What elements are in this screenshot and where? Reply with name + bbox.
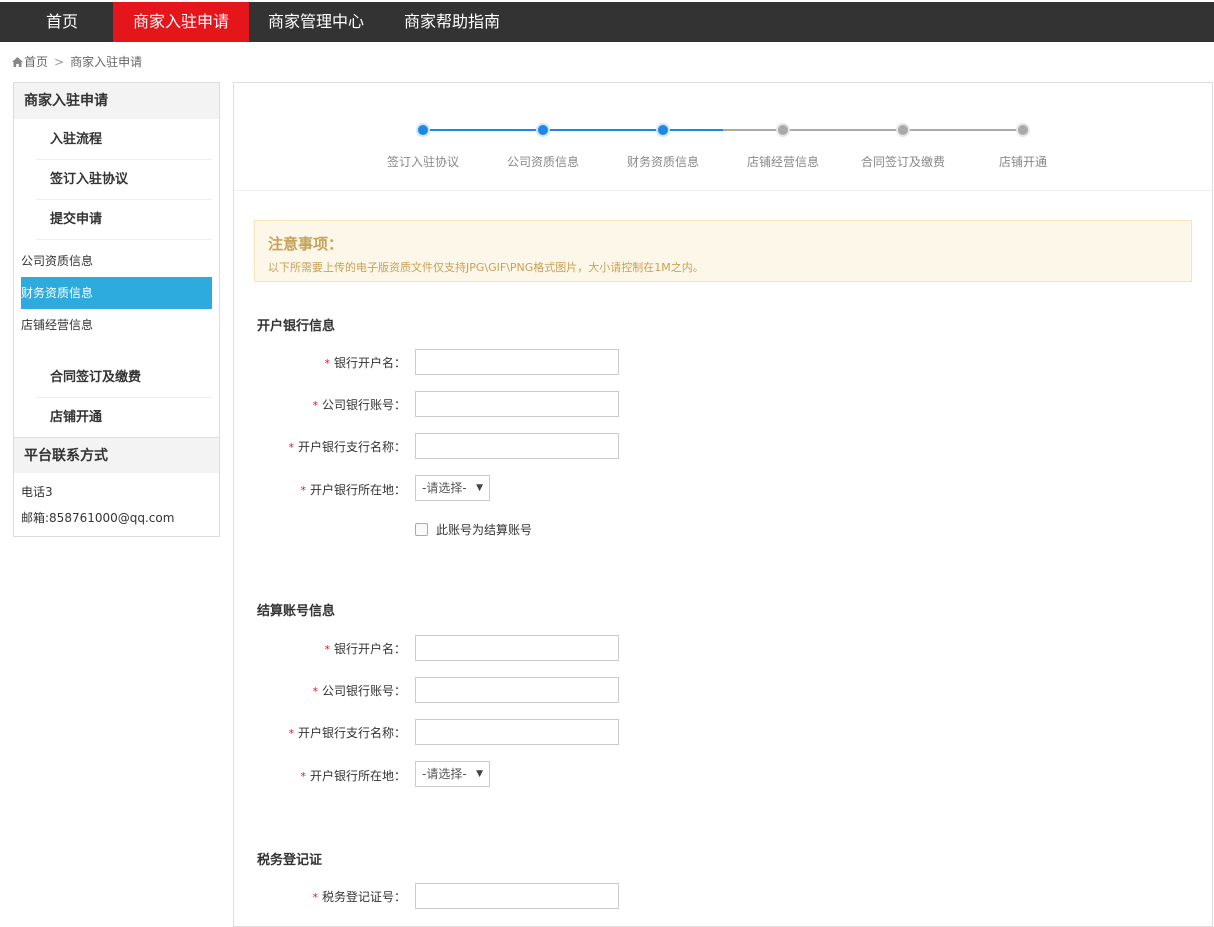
notice-text: 以下所需要上传的电子版资质文件仅支持JPG\GIF\PNG格式图片，大小请控制在… [268, 261, 704, 274]
bank-location-select[interactable]: -请选择- ▼ [415, 475, 490, 501]
bank-section-title: 开户银行信息 [257, 319, 336, 334]
top-nav: 首页 商家入驻申请 商家管理中心 商家帮助指南 [0, 2, 1214, 42]
required-mark: * [300, 770, 306, 783]
steps-track [416, 123, 1030, 137]
sidebar-item-submit[interactable]: 提交申请 [36, 200, 212, 240]
home-icon [12, 57, 23, 67]
sidebar-item-shop-open[interactable]: 店铺开通 [36, 398, 212, 438]
breadcrumb-home[interactable]: 首页 [24, 55, 48, 69]
bank-location-label: * 开户银行所在地： [300, 483, 406, 497]
bank-account-name-label: * 银行开户名： [324, 356, 406, 370]
contact-header: 平台联系方式 [14, 437, 219, 473]
sidebar-item-company-info[interactable]: 公司资质信息 [21, 245, 212, 277]
step-label: 签订入驻协议 [386, 155, 459, 169]
step-label: 公司资质信息 [506, 155, 579, 169]
sidebar-item-process[interactable]: 入驻流程 [36, 120, 212, 160]
bank-account-no-input[interactable] [415, 391, 619, 417]
nav-merchant-apply[interactable]: 商家入驻申请 [113, 2, 249, 42]
tax-no-input[interactable] [415, 883, 619, 909]
required-mark: * [300, 484, 306, 497]
bank-branch-input[interactable] [415, 433, 619, 459]
sidebar-item-finance-info[interactable]: 财务资质信息 [21, 277, 212, 309]
bank-account-no-label: * 公司银行账号： [312, 398, 406, 412]
contact-phone: 电话3 [21, 485, 53, 499]
chevron-down-icon: ▼ [476, 769, 483, 779]
step-dot [1018, 125, 1028, 135]
contact-email: 邮箱:858761000@qq.com [21, 511, 175, 525]
settle-branch-input[interactable] [415, 719, 619, 745]
chevron-down-icon: ▼ [476, 483, 483, 493]
sidebar-item-agreement[interactable]: 签订入驻协议 [36, 160, 212, 200]
settle-location-label: * 开户银行所在地： [300, 769, 406, 783]
step-label: 财务资质信息 [626, 155, 699, 169]
settlement-checkbox-row[interactable]: 此账号为结算账号 [415, 521, 532, 538]
notice-title: 注意事项： [268, 235, 344, 253]
step-dot [658, 125, 668, 135]
settle-account-name-label: * 银行开户名： [324, 642, 406, 656]
bank-account-name-input[interactable] [415, 349, 619, 375]
required-mark: * [324, 643, 330, 656]
settle-account-name-input[interactable] [415, 635, 619, 661]
breadcrumb-current: 商家入驻申请 [70, 55, 143, 69]
required-mark: * [324, 357, 330, 370]
step-dot [778, 125, 788, 135]
tax-no-label: * 税务登记证号： [312, 890, 406, 904]
step-label: 店铺开通 [998, 155, 1047, 169]
settle-location-select[interactable]: -请选择- ▼ [415, 761, 490, 787]
nav-merchant-help[interactable]: 商家帮助指南 [390, 2, 514, 42]
required-mark: * [312, 399, 318, 412]
step-dot [418, 125, 428, 135]
step-dot [538, 125, 548, 135]
breadcrumb: 首页 > 商家入驻申请 [12, 54, 142, 70]
nav-merchant-center[interactable]: 商家管理中心 [254, 2, 378, 42]
notice-box: 注意事项： 以下所需要上传的电子版资质文件仅支持JPG\GIF\PNG格式图片，… [254, 220, 1192, 282]
settle-account-no-label: * 公司银行账号： [312, 684, 406, 698]
required-mark: * [312, 891, 318, 904]
progress-steps: 签订入驻协议 公司资质信息 财务资质信息 店铺经营信息 合同签订及缴费 店铺开通 [234, 83, 1212, 191]
sidebar-item-shop-info[interactable]: 店铺经营信息 [21, 309, 212, 341]
tax-section-title: 税务登记证 [257, 853, 323, 868]
sidebar: 商家入驻申请 入驻流程 签订入驻协议 提交申请 公司资质信息 财务资质信息 店铺… [13, 82, 220, 537]
main-panel: 签订入驻协议 公司资质信息 财务资质信息 店铺经营信息 合同签订及缴费 店铺开通 注意事项… [233, 82, 1213, 927]
settlement-checkbox-label: 此账号为结算账号 [436, 523, 533, 537]
step-dot [898, 125, 908, 135]
settle-account-no-input[interactable] [415, 677, 619, 703]
settlement-checkbox[interactable] [415, 523, 428, 536]
required-mark: * [288, 441, 294, 454]
sidebar-item-contract[interactable]: 合同签订及缴费 [36, 358, 212, 398]
step-label: 合同签订及缴费 [860, 155, 945, 169]
required-mark: * [312, 685, 318, 698]
nav-home[interactable]: 首页 [26, 2, 98, 42]
step-label: 店铺经营信息 [746, 155, 819, 169]
breadcrumb-separator: > [54, 55, 65, 69]
sidebar-header: 商家入驻申请 [14, 83, 219, 119]
settle-section-title: 结算账号信息 [257, 604, 336, 619]
required-mark: * [288, 727, 294, 740]
settle-branch-label: * 开户银行支行名称： [288, 726, 406, 740]
bank-branch-label: * 开户银行支行名称： [288, 440, 406, 454]
